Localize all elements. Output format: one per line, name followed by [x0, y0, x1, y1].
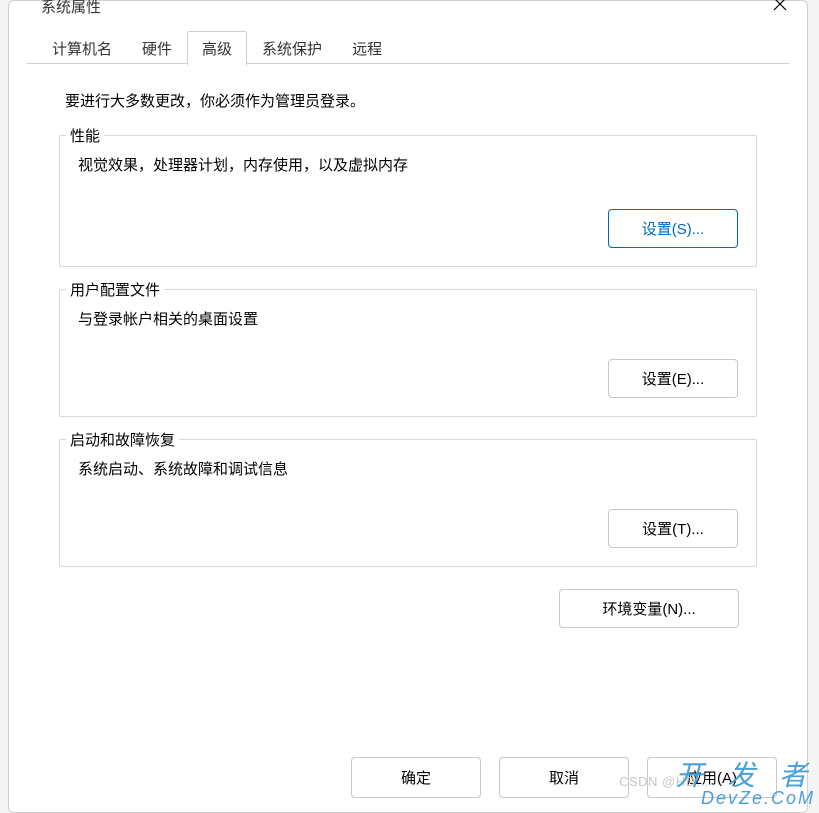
tab-advanced[interactable]: 高级 [187, 31, 247, 66]
performance-legend: 性能 [66, 125, 104, 146]
performance-desc: 视觉效果，处理器计划，内存使用，以及虚拟内存 [78, 154, 738, 175]
tab-system-protection[interactable]: 系统保护 [247, 31, 337, 66]
devze-watermark-bottom: DevZe.CoM [675, 788, 815, 809]
tab-computer-name[interactable]: 计算机名 [37, 31, 127, 66]
performance-settings-button[interactable]: 设置(S)... [608, 209, 738, 248]
title-bar: 系统属性 [9, 1, 807, 19]
startup-recovery-group: 启动和故障恢复 系统启动、系统故障和调试信息 设置(T)... [59, 439, 757, 567]
tab-hardware[interactable]: 硬件 [127, 31, 187, 66]
startup-recovery-settings-button[interactable]: 设置(T)... [608, 509, 738, 548]
tab-remote[interactable]: 远程 [337, 31, 397, 66]
cancel-button[interactable]: 取消 [499, 757, 629, 798]
env-variables-row: 环境变量(N)... [59, 589, 757, 628]
user-profiles-button-row: 设置(E)... [78, 359, 738, 398]
startup-recovery-desc: 系统启动、系统故障和调试信息 [78, 458, 738, 479]
tab-strip: 计算机名 硬件 高级 系统保护 远程 [9, 31, 807, 66]
system-properties-dialog: 系统属性 计算机名 硬件 高级 系统保护 远程 要进行大多数更改，你必须作为管理… [8, 0, 808, 813]
user-profiles-settings-button[interactable]: 设置(E)... [608, 359, 738, 398]
devze-watermark: 开 发 者 DevZe.CoM [675, 754, 815, 809]
close-icon[interactable] [765, 0, 795, 19]
admin-notice-text: 要进行大多数更改，你必须作为管理员登录。 [59, 90, 757, 111]
window-title: 系统属性 [21, 0, 101, 17]
startup-recovery-legend: 启动和故障恢复 [66, 429, 179, 450]
performance-group: 性能 视觉效果，处理器计划，内存使用，以及虚拟内存 设置(S)... [59, 135, 757, 267]
tab-content-advanced: 要进行大多数更改，你必须作为管理员登录。 性能 视觉效果，处理器计划，内存使用，… [9, 66, 807, 638]
devze-watermark-top: 开 发 者 [675, 760, 815, 791]
user-profiles-desc: 与登录帐户相关的桌面设置 [78, 308, 738, 329]
user-profiles-group: 用户配置文件 与登录帐户相关的桌面设置 设置(E)... [59, 289, 757, 417]
ok-button[interactable]: 确定 [351, 757, 481, 798]
user-profiles-legend: 用户配置文件 [66, 279, 164, 300]
environment-variables-button[interactable]: 环境变量(N)... [559, 589, 739, 628]
performance-button-row: 设置(S)... [78, 209, 738, 248]
startup-recovery-button-row: 设置(T)... [78, 509, 738, 548]
